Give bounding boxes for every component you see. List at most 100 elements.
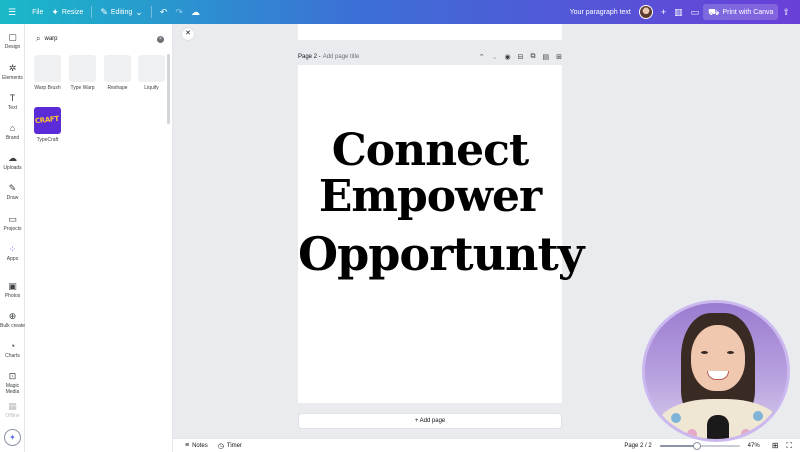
rail-item-design[interactable]: ▢ Design — [0, 32, 25, 50]
elements-icon: ✲ — [8, 63, 17, 73]
text-icon: T — [9, 93, 16, 103]
page-header: Page 2 - Add page title ⌃ ⌄ ◉ ⊟ ⧉ ▤ ⊞ — [298, 51, 562, 62]
projects-icon: ▭ — [8, 214, 17, 224]
page-indicator[interactable]: Page 2 / 2 — [624, 443, 651, 449]
close-panel-button[interactable]: ✕ — [182, 28, 194, 40]
app-tile-warp-brush[interactable]: Warp Brush — [34, 55, 61, 92]
plus-icon: + — [660, 6, 667, 17]
magic-assistant-button[interactable]: ✦ — [4, 429, 21, 446]
cloud-save-button[interactable]: ☁ — [187, 0, 204, 24]
left-rail: ▢ Design ✲ Elements T Text ⌂ Brand ☁ Uploads … — [0, 24, 25, 452]
brand-icon: ⌂ — [9, 123, 16, 133]
truck-icon: ⛟ — [708, 6, 720, 17]
rail-item-charts[interactable]: ◔ Charts — [0, 341, 25, 359]
share-button[interactable]: ⇪ — [778, 0, 794, 24]
app-tile-type-warp[interactable]: Type Warp — [69, 55, 96, 92]
file-menu[interactable]: File — [28, 0, 47, 24]
grid-view-icon[interactable]: ⊞ — [772, 441, 779, 450]
search-value: warp — [44, 36, 58, 42]
rail-item-uploads[interactable]: ☁ Uploads — [0, 153, 25, 171]
sparkle-icon: ✦ — [9, 433, 16, 442]
divider — [91, 6, 93, 18]
rail-item-apps[interactable]: ⁘ Apps — [0, 244, 25, 262]
zoom-slider[interactable] — [659, 441, 740, 450]
typecraft-logo: CRAFT — [34, 107, 61, 134]
rail-item-bulk-create[interactable]: ⊕ Bulk create — [0, 311, 25, 329]
sweater-pattern — [687, 429, 697, 439]
app-tile-reshape[interactable]: Reshape — [104, 55, 131, 92]
insights-button[interactable]: ▥ — [670, 0, 687, 24]
zoom-level[interactable]: 47% — [748, 443, 760, 449]
app-thumbnail — [34, 55, 61, 82]
draw-icon: ✎ — [8, 183, 17, 193]
doc-title[interactable]: Your paragraph text — [566, 0, 635, 24]
search-icon: ⌕ — [36, 34, 41, 43]
webcam-overlay — [642, 300, 790, 442]
app-thumbnail — [69, 55, 96, 82]
cloud-icon: ☁ — [190, 6, 200, 17]
chevron-down-icon[interactable]: ⌄ — [492, 53, 498, 61]
bulk-create-icon: ⊕ — [8, 311, 17, 321]
page-title-input[interactable]: Add page title — [323, 54, 360, 60]
zoom-slider-fill — [659, 444, 698, 447]
app-tile-liquify[interactable]: Liquify — [138, 55, 165, 92]
rail-item-offline[interactable]: ▦ Offline — [0, 401, 25, 419]
offline-icon: ▦ — [8, 401, 17, 411]
rail-item-draw[interactable]: ✎ Draw — [0, 183, 25, 201]
app-thumbnail — [104, 55, 131, 82]
apps-icon: ⁘ — [8, 244, 17, 254]
headline-line-1[interactable]: Connect — [298, 125, 562, 176]
duplicate-icon[interactable]: ⧉ — [531, 53, 536, 61]
print-with-canva-button[interactable]: ⛟ Print with Canva — [703, 4, 779, 20]
lock-icon[interactable]: ⊟ — [518, 53, 524, 61]
microphone — [707, 415, 729, 439]
fullscreen-icon[interactable]: ⛶ — [786, 441, 792, 451]
add-page-button[interactable]: + Add page — [298, 413, 562, 429]
notes-button[interactable]: ≡ Notes — [185, 442, 208, 449]
presenter-eye — [727, 351, 734, 354]
clear-search-icon[interactable]: × — [157, 35, 164, 43]
rail-item-magic-media[interactable]: ⊡ Magic Media — [0, 371, 25, 395]
divider — [150, 6, 152, 18]
app-thumbnail — [138, 55, 165, 82]
headline-line-2[interactable]: Empower — [298, 171, 562, 222]
previous-page[interactable] — [298, 24, 562, 40]
charts-icon: ◔ — [9, 341, 16, 351]
design-page[interactable]: Connect Empower Opportunty — [298, 65, 584, 403]
redo-button[interactable]: ↷ — [171, 0, 187, 24]
panel-scrollbar[interactable] — [167, 54, 170, 124]
zoom-slider-handle[interactable] — [693, 441, 702, 450]
rail-item-elements[interactable]: ✲ Elements — [0, 63, 25, 81]
undo-button[interactable]: ↶ — [156, 0, 172, 24]
presenter-face — [691, 325, 745, 391]
pencil-icon: ✎ — [100, 6, 108, 17]
page-label: Page 2 - — [298, 53, 321, 60]
comments-button[interactable]: ▭ — [687, 0, 704, 24]
eye-icon[interactable]: ◉ — [505, 53, 511, 61]
rail-item-brand[interactable]: ⌂ Brand — [0, 123, 25, 141]
undo-icon: ↶ — [159, 6, 168, 17]
top-toolbar: ☰ File ✦ Resize ✎ Editing ⌄ ↶ ↷ ☁ Your para… — [0, 0, 800, 24]
collaborator-avatar[interactable] — [635, 0, 657, 24]
sweater-pattern — [671, 413, 681, 423]
rail-item-photos[interactable]: ▣ Photos — [0, 281, 25, 299]
timer-button[interactable]: ◷ Timer — [218, 442, 242, 450]
photos-icon: ▣ — [8, 281, 17, 291]
hamburger-icon: ☰ — [8, 6, 17, 17]
add-page-icon[interactable]: ⊞ — [556, 53, 562, 61]
uploads-icon: ☁ — [8, 153, 17, 163]
app-tile-typecraft[interactable]: CRAFT TypeCraft — [34, 107, 61, 144]
editing-dropdown[interactable]: ✎ Editing ⌄ — [96, 0, 147, 24]
add-collaborator-button[interactable]: + — [657, 0, 670, 24]
redo-icon: ↷ — [175, 6, 183, 17]
search-input[interactable]: ⌕ warp × — [32, 31, 168, 47]
rail-item-text[interactable]: T Text — [0, 93, 25, 111]
resize-button[interactable]: ✦ Resize — [47, 0, 87, 24]
headline-line-3[interactable]: Opportunty — [298, 227, 584, 281]
menu-button[interactable]: ☰ — [4, 0, 20, 24]
page-tools: ⌃ ⌄ ◉ ⊟ ⧉ ▤ ⊞ — [479, 53, 562, 61]
chevron-up-icon[interactable]: ⌃ — [479, 53, 485, 61]
rail-item-projects[interactable]: ▭ Projects — [0, 214, 25, 232]
timer-icon: ◷ — [217, 442, 224, 450]
trash-icon[interactable]: ▤ — [543, 53, 550, 61]
